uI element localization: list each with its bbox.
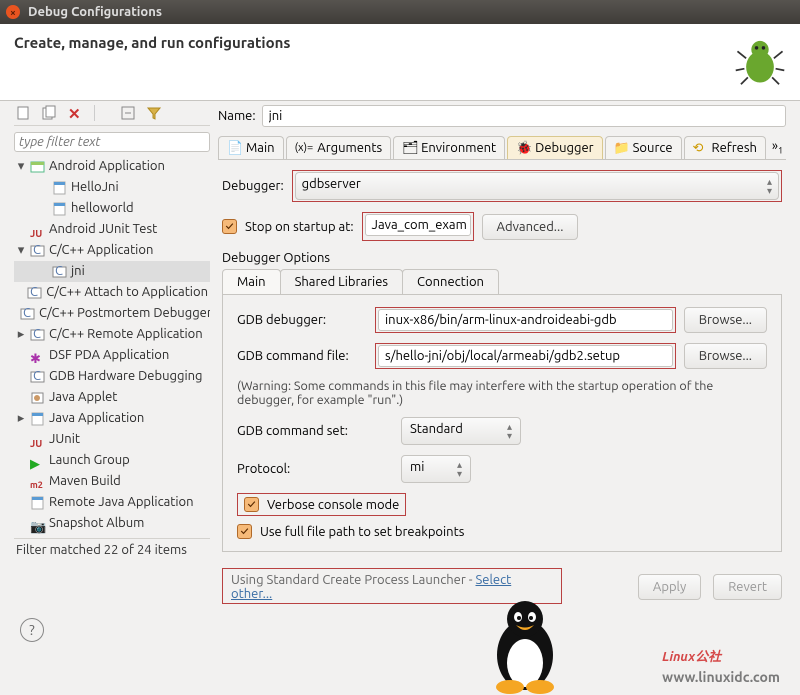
tree-java-app[interactable]: ▸Java Application [14, 408, 210, 429]
tab-source[interactable]: 📁Source [605, 136, 682, 160]
cmdfile-warning: (Warning: Some commands in this file may… [237, 379, 767, 407]
tree-maven[interactable]: m2Maven Build [14, 471, 210, 492]
debugger-label: Debugger: [222, 179, 284, 193]
bug-tab-icon: 🐞 [516, 141, 531, 155]
source-tab-icon: 📁 [614, 141, 629, 155]
tab-debugger[interactable]: 🐞Debugger [507, 136, 602, 160]
tab-environment[interactable]: 🗂Environment [393, 136, 505, 160]
debugger-select[interactable]: gdbserver▴▾ [295, 172, 779, 200]
svg-text:C: C [33, 370, 41, 383]
duplicate-config-icon[interactable] [42, 105, 58, 121]
svg-text:C: C [30, 286, 38, 299]
svg-text:C: C [33, 328, 41, 341]
verbose-label: Verbose console mode [267, 498, 399, 512]
cmdset-label: GDB command set: [237, 424, 387, 438]
dialog-header: Create, manage, and run configurations [0, 24, 800, 101]
gdb-cmdfile-label: GDB command file: [237, 349, 367, 363]
protocol-select[interactable]: mi▴▾ [401, 455, 471, 483]
stop-on-startup-checkbox[interactable]: ✓ [222, 219, 237, 234]
collapse-all-icon[interactable] [120, 105, 136, 121]
stop-startup-label: Stop on startup at: [245, 220, 354, 234]
tree-java-applet[interactable]: Java Applet [14, 387, 210, 408]
close-window-icon[interactable]: × [6, 5, 20, 19]
filter-icon[interactable] [146, 105, 162, 121]
tree-cpp-app[interactable]: ▾CC/C++ Application [14, 240, 210, 261]
tree-remote-java[interactable]: Remote Java Application [14, 492, 210, 513]
tree-android-app[interactable]: ▾Android Application [14, 156, 210, 177]
env-tab-icon: 🗂 [402, 141, 417, 155]
browse-gdb-debugger-button[interactable]: Browse... [684, 307, 767, 333]
refresh-tab-icon: ⟲ [693, 141, 708, 155]
gdb-cmdfile-input[interactable]: s/hello-jni/obj/local/armeabi/gdb2.setup [378, 345, 673, 367]
cmdset-select[interactable]: Standard▴▾ [401, 417, 521, 445]
tree-android-junit[interactable]: JUAndroid JUnit Test [14, 219, 210, 240]
filter-input[interactable] [14, 132, 210, 152]
top-tabs: 📄Main (x)=Arguments 🗂Environment 🐞Debugg… [218, 135, 786, 160]
tree-helloworld[interactable]: helloworld [14, 198, 210, 219]
left-panel: ✕ ▾Android Application HelloJni hellowor… [14, 101, 210, 600]
fullpath-label: Use full file path to set breakpoints [260, 525, 464, 539]
tree-snapshot[interactable]: 📷Snapshot Album [14, 513, 210, 534]
right-panel: Name: 📄Main (x)=Arguments 🗂Environment 🐞… [218, 101, 786, 600]
svg-text:C: C [33, 244, 41, 257]
tree-dsf-pda[interactable]: ✱DSF PDA Application [14, 345, 210, 366]
fullpath-checkbox[interactable]: ✓ [237, 524, 252, 539]
tab-refresh[interactable]: ⟲Refresh [684, 136, 766, 160]
gdb-debugger-label: GDB debugger: [237, 313, 367, 327]
tree-launch-group[interactable]: ▶Launch Group [14, 450, 210, 471]
tree-cpp-remote[interactable]: ▸CC/C++ Remote Application [14, 324, 210, 345]
tree-cpp-attach[interactable]: CC/C++ Attach to Application [14, 282, 210, 303]
subtab-shared[interactable]: Shared Libraries [280, 269, 403, 294]
help-icon[interactable]: ? [20, 618, 44, 642]
window-titlebar: × Debug Configurations [0, 0, 800, 24]
filter-status: Filter matched 22 of 24 items [14, 539, 210, 561]
revert-button[interactable]: Revert [713, 574, 782, 600]
help-area: ? [0, 600, 800, 642]
tabs-overflow-icon[interactable]: »1 [768, 139, 786, 156]
bug-icon [734, 34, 786, 86]
verbose-checkbox[interactable]: ✓ [244, 497, 259, 512]
debugger-options-label: Debugger Options [222, 251, 782, 265]
tab-main[interactable]: 📄Main [218, 136, 284, 160]
subtab-main[interactable]: Main [222, 269, 281, 294]
window-title: Debug Configurations [28, 5, 162, 19]
gdb-debugger-input[interactable]: inux-x86/bin/arm-linux-androideabi-gdb [378, 309, 673, 331]
tree-junit[interactable]: JUJUnit [14, 429, 210, 450]
apply-button[interactable]: Apply [638, 574, 701, 600]
svg-text:C: C [23, 307, 31, 320]
tree-cpp-postmortem[interactable]: CC/C++ Postmortem Debugger [14, 303, 210, 324]
tree-gdb-hw[interactable]: CGDB Hardware Debugging [14, 366, 210, 387]
advanced-button[interactable]: Advanced... [482, 214, 579, 240]
tab-arguments[interactable]: (x)=Arguments [286, 136, 392, 160]
stop-startup-input[interactable]: Java_com_exam [365, 214, 471, 236]
delete-config-icon[interactable]: ✕ [68, 105, 84, 121]
new-config-icon[interactable] [16, 105, 32, 121]
main-tab-icon: 📄 [227, 141, 242, 155]
header-title: Create, manage, and run configurations [14, 34, 734, 51]
svg-text:C: C [55, 265, 63, 278]
subtab-connection[interactable]: Connection [402, 269, 499, 294]
config-tree[interactable]: ▾Android Application HelloJni helloworld… [14, 156, 210, 539]
browse-gdb-cmdfile-button[interactable]: Browse... [684, 343, 767, 369]
name-input[interactable] [262, 105, 786, 127]
tree-hellojni[interactable]: HelloJni [14, 177, 210, 198]
left-toolbar: ✕ [14, 101, 210, 126]
name-label: Name: [218, 109, 256, 123]
protocol-label: Protocol: [237, 462, 387, 476]
tree-jni[interactable]: Cjni [14, 261, 210, 282]
